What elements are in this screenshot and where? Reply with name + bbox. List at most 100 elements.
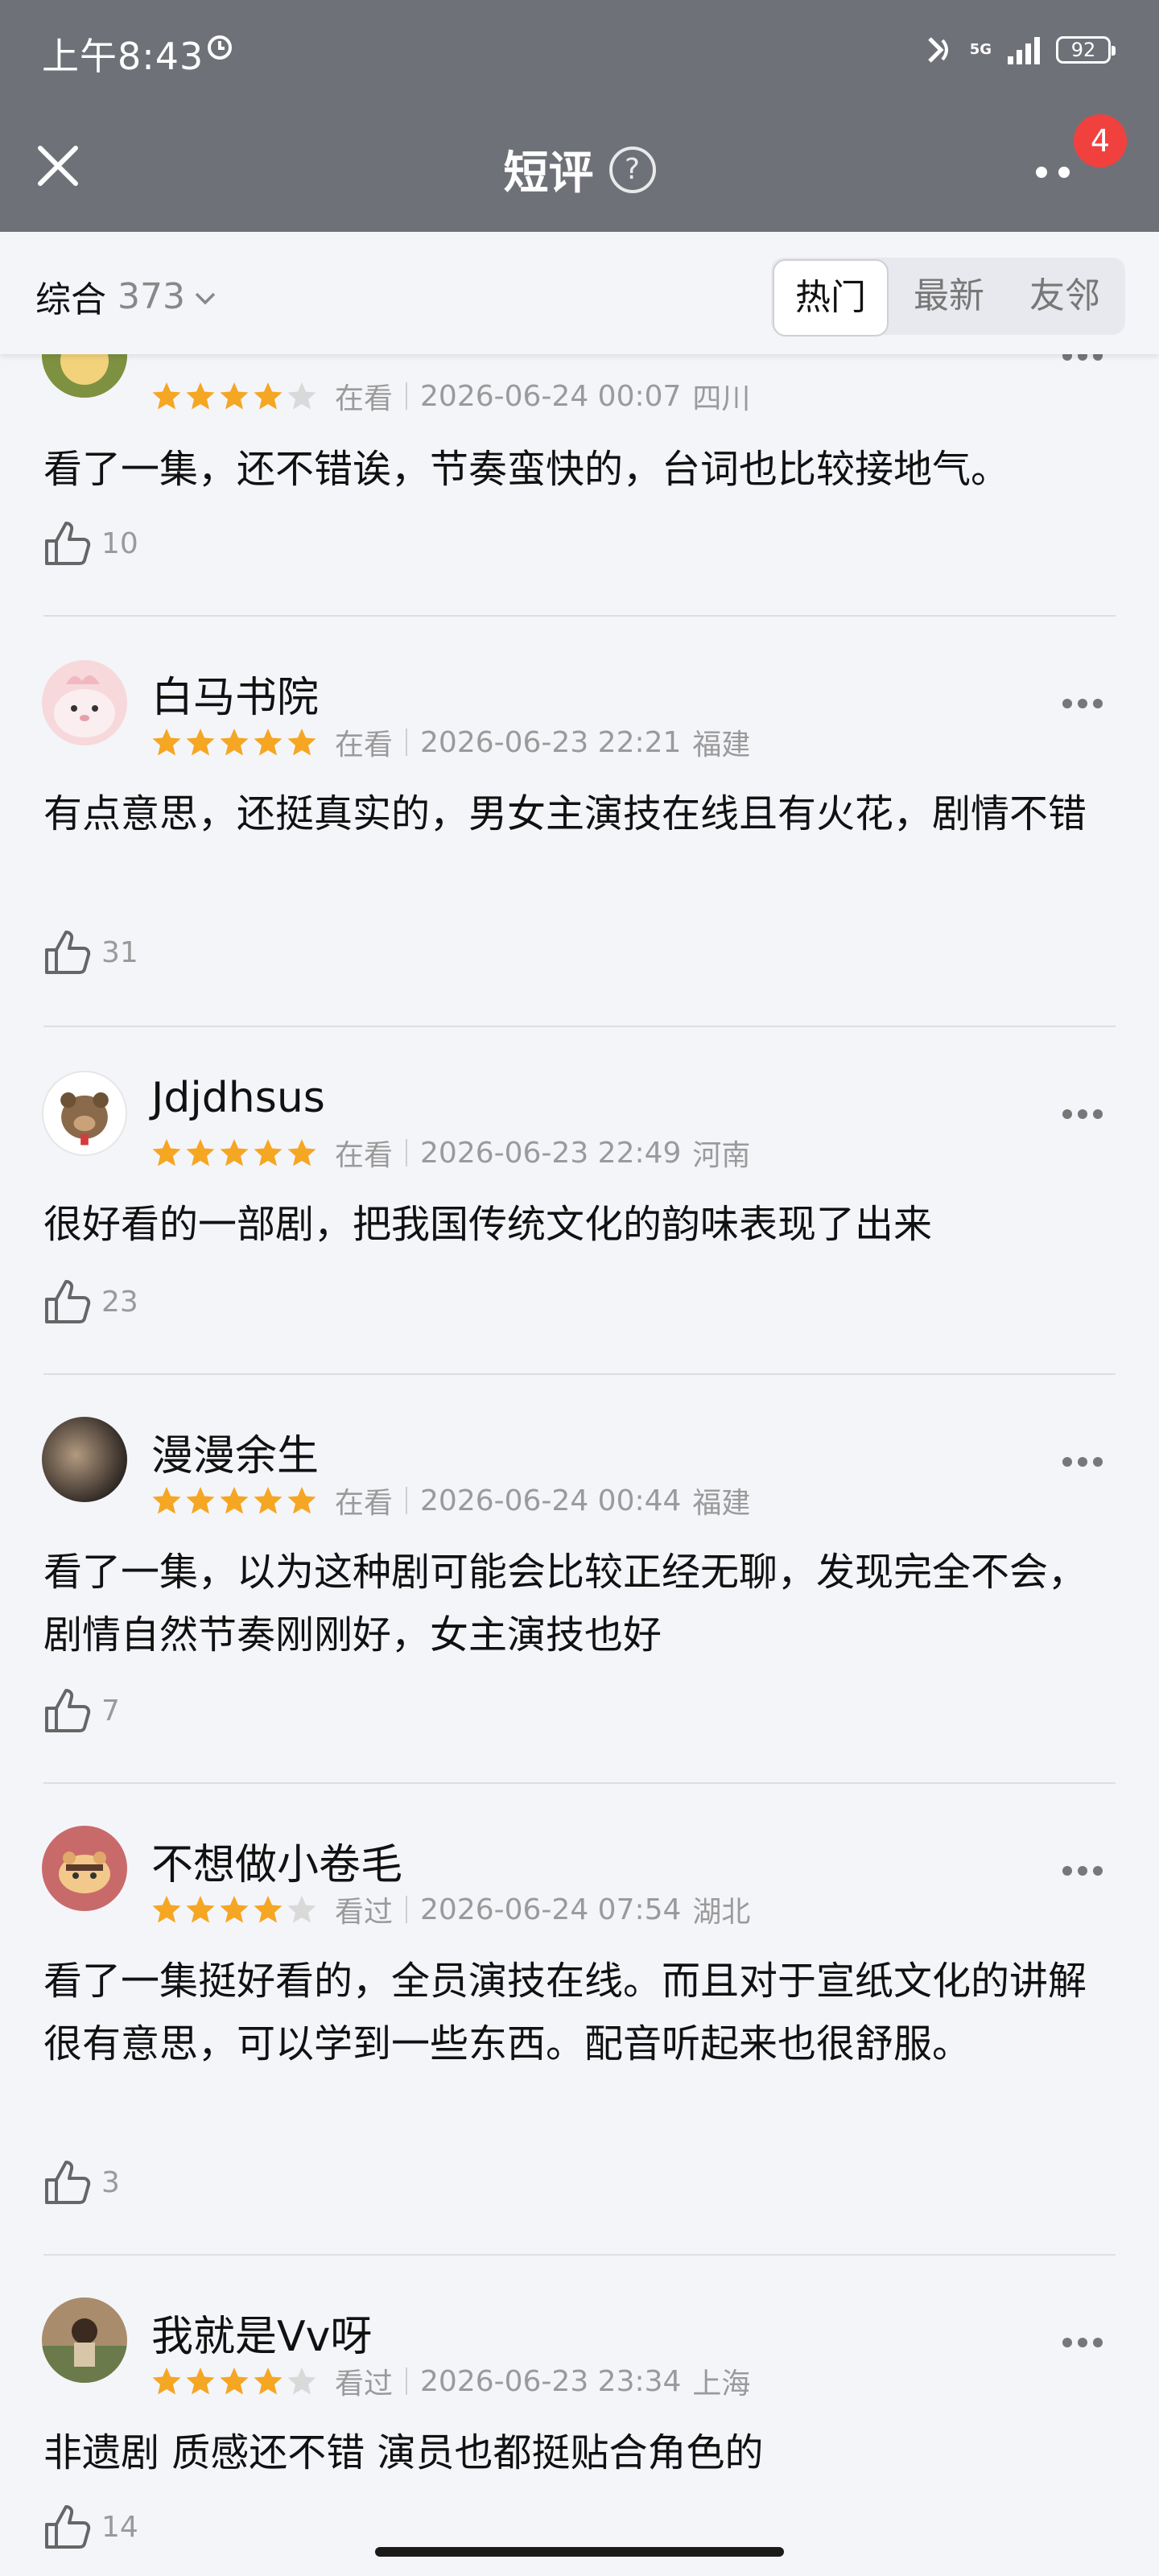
thumbs-up-icon [45, 931, 91, 974]
comment-text[interactable]: 看了一集，以为这种剧可能会比较正经无聊，发现完全不会，剧情自然节奏刚刚好，女主演… [43, 1541, 1122, 1666]
sort-dropdown[interactable]: 综合 373 [35, 270, 217, 322]
thumbs-up-icon [45, 1280, 91, 1323]
more-options-icon[interactable] [1061, 1455, 1104, 1468]
comment-count: 373 [118, 275, 185, 317]
avatar[interactable] [42, 1071, 127, 1156]
rating-stars [151, 1485, 317, 1516]
status-icons: 5G 92 [923, 32, 1116, 68]
comment-location: 福建 [692, 729, 751, 762]
like-count: 31 [101, 935, 138, 969]
comment-text[interactable]: 非遗剧 质感还不错 演员也都挺贴合角色的 [43, 2421, 1122, 2484]
comment-date: 2026-06-24 00:44 [420, 1484, 682, 1517]
like-button[interactable]: 3 [42, 2156, 120, 2209]
comment-text[interactable]: 看了一集挺好看的，全员演技在线。而且对于宣纸文化的讲解很有意思，可以学到一些东西… [43, 1950, 1122, 2075]
divider [43, 615, 1116, 617]
rating-stars [151, 2366, 317, 2396]
star-icon [186, 2368, 215, 2395]
nav-title-group: 短评 ? [0, 137, 1159, 202]
star-icon [287, 2368, 316, 2395]
rating-stars [151, 1137, 317, 1168]
comment-meta: 在看 2026-06-23 22:49 河南 [151, 1135, 750, 1172]
avatar[interactable] [42, 660, 127, 745]
more-options-icon[interactable] [1061, 697, 1104, 710]
comment-text[interactable]: 很好看的一部剧，把我国传统文化的韵味表现了出来 [43, 1193, 1122, 1256]
comment-date: 2026-06-23 23:34 [420, 2364, 682, 2398]
star-icon [254, 1139, 283, 1166]
home-indicator[interactable] [375, 2547, 784, 2557]
more-options-icon[interactable] [1061, 1864, 1104, 1877]
alarm-icon [208, 35, 232, 60]
status-time: 上午8:43 [42, 35, 204, 78]
star-icon [287, 382, 316, 410]
comment-date: 2026-06-23 22:49 [420, 1136, 682, 1170]
more-menu-icon[interactable] [1032, 156, 1080, 188]
like-button[interactable]: 10 [42, 517, 138, 570]
comment-text[interactable]: 有点意思，还挺真实的，男女主演技在线且有火花，剧情不错 [43, 782, 1122, 845]
divider [43, 2254, 1116, 2256]
star-icon [152, 729, 181, 756]
comment-user-name[interactable]: 白马书院 [151, 663, 319, 724]
segmented-tabs: 热门 最新 友邻 [771, 258, 1125, 336]
like-button[interactable]: 23 [42, 1275, 138, 1328]
thumbs-up-icon [45, 1689, 91, 1732]
status-bar: 上午8:43 5G 92 [0, 0, 1159, 103]
comment-location: 河南 [692, 1139, 751, 1172]
comment-date: 2026-06-24 00:07 [420, 379, 682, 413]
nfc-icon [927, 37, 948, 63]
star-icon [220, 1139, 249, 1166]
star-icon [287, 729, 316, 756]
tab-hot[interactable]: 热门 [773, 259, 889, 336]
more-options-icon[interactable] [1061, 1108, 1104, 1121]
more-options-icon[interactable] [1061, 2336, 1104, 2349]
comment-user-name[interactable]: 漫漫余生 [151, 1422, 319, 1482]
divider [43, 1782, 1116, 1784]
like-count: 10 [101, 526, 138, 560]
notification-badge: 4 [1074, 114, 1127, 167]
rating-stars [151, 1894, 317, 1925]
avatar[interactable] [42, 2297, 127, 2383]
comment-user-name[interactable]: 我就是Vv呀 [151, 2302, 372, 2363]
star-icon [220, 729, 249, 756]
comment-location: 四川 [692, 382, 751, 415]
help-icon[interactable]: ? [608, 146, 656, 193]
comment-meta: 在看 2026-06-23 22:21 福建 [151, 724, 751, 762]
star-icon [186, 1487, 215, 1514]
watch-status: 看过 [335, 2368, 394, 2401]
star-icon [152, 1896, 181, 1923]
star-icon [254, 382, 283, 410]
like-button[interactable]: 31 [42, 926, 138, 979]
star-icon [254, 1487, 283, 1514]
comment-user-name[interactable]: 不想做小卷毛 [151, 1831, 402, 1891]
divider [43, 1026, 1116, 1027]
comment-text[interactable]: 看了一集，还不错诶，节奏蛮快的，台词也比较接地气。 [43, 438, 1122, 501]
like-count: 7 [101, 1694, 120, 1728]
battery-level: 92 [1070, 39, 1096, 61]
like-button[interactable]: 14 [42, 2500, 138, 2553]
star-icon [287, 1139, 316, 1166]
tab-friends[interactable]: 友邻 [1011, 258, 1119, 335]
battery-icon: 92 [1056, 36, 1116, 64]
meta-divider [406, 2368, 408, 2395]
comment-meta: 看过 2026-06-23 23:34 上海 [151, 2363, 751, 2401]
star-icon [287, 1487, 316, 1514]
watch-status: 看过 [335, 1896, 394, 1929]
avatar[interactable] [42, 1826, 127, 1911]
star-icon [254, 729, 283, 756]
page-title: 短评 [503, 147, 594, 200]
star-icon [152, 1487, 181, 1514]
meta-divider [406, 1139, 408, 1166]
tab-latest[interactable]: 最新 [895, 258, 1003, 335]
avatar[interactable] [42, 1417, 127, 1502]
star-icon [287, 1896, 316, 1923]
star-icon [186, 729, 215, 756]
comment-user-name[interactable]: Jdjdhsus [151, 1074, 325, 1122]
like-button[interactable]: 7 [42, 1684, 120, 1737]
star-icon [152, 2368, 181, 2395]
comment-location: 上海 [692, 2368, 751, 2401]
watch-status: 在看 [335, 1487, 394, 1520]
filter-bar: 综合 373 热门 最新 友邻 [0, 232, 1159, 354]
star-icon [220, 1487, 249, 1514]
comment-meta: 在看 2026-06-24 00:07 四川 [151, 378, 751, 415]
comment-date: 2026-06-24 07:54 [420, 1893, 682, 1926]
star-icon [186, 1139, 215, 1166]
